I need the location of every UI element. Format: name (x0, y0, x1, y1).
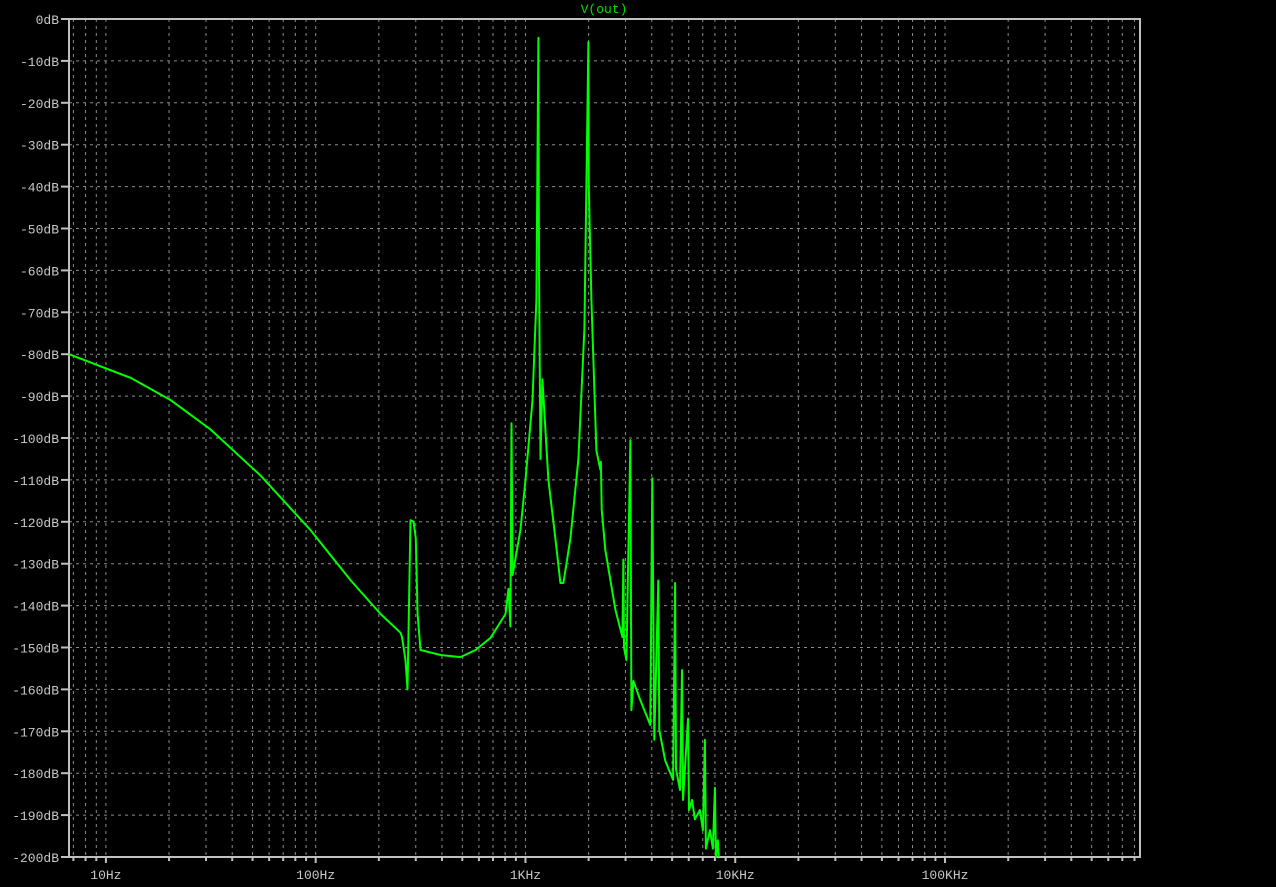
x-tick-label: 10KHz (716, 868, 755, 883)
y-tick-label: -10dB (20, 55, 59, 70)
x-tick-label: 100KHz (922, 868, 969, 883)
y-tick-label: -140dB (12, 600, 59, 615)
y-tick-label: -60dB (20, 264, 59, 279)
y-tick-label: -100dB (12, 432, 59, 447)
y-tick-label: -180dB (12, 767, 59, 782)
x-tick-label: 1KHz (510, 868, 541, 883)
y-tick-label: -90dB (20, 390, 59, 405)
y-tick-label: -170dB (12, 725, 59, 740)
fft-plot[interactable]: V(out) 0dB -10dB -20dB -30dB -40dB -50dB -60dB… (0, 0, 1276, 887)
x-tick-label: 10Hz (90, 868, 121, 883)
y-tick-label: -120dB (12, 516, 59, 531)
y-tick-label: -30dB (20, 139, 59, 154)
y-tick-label: -80dB (20, 348, 59, 363)
y-axis-ticks: 0dB -10dB -20dB -30dB -40dB -50dB -60dB -70dB -8… (12, 13, 69, 866)
x-tick-label: 100Hz (296, 868, 335, 883)
y-tick-label: -40dB (20, 181, 59, 196)
y-tick-label: -130dB (12, 558, 59, 573)
chart-title: V(out) (581, 2, 628, 17)
y-tick-label: -50dB (20, 223, 59, 238)
y-tick-label: -20dB (20, 97, 59, 112)
y-tick-label: -70dB (20, 306, 59, 321)
y-tick-label: -110dB (12, 474, 59, 489)
x-axis-ticks: 10Hz 100Hz 1KHz 10KHz 100KHz (72, 857, 1136, 883)
y-tick-label: 0dB (36, 13, 60, 28)
traces[interactable] (68, 36, 720, 858)
y-tick-label: -200dB (12, 851, 59, 866)
y-tick-label: -160dB (12, 683, 59, 698)
y-tick-label: -150dB (12, 642, 59, 657)
y-tick-label: -190dB (12, 809, 59, 824)
grid (69, 19, 1140, 857)
trace-v-out[interactable] (68, 36, 720, 858)
